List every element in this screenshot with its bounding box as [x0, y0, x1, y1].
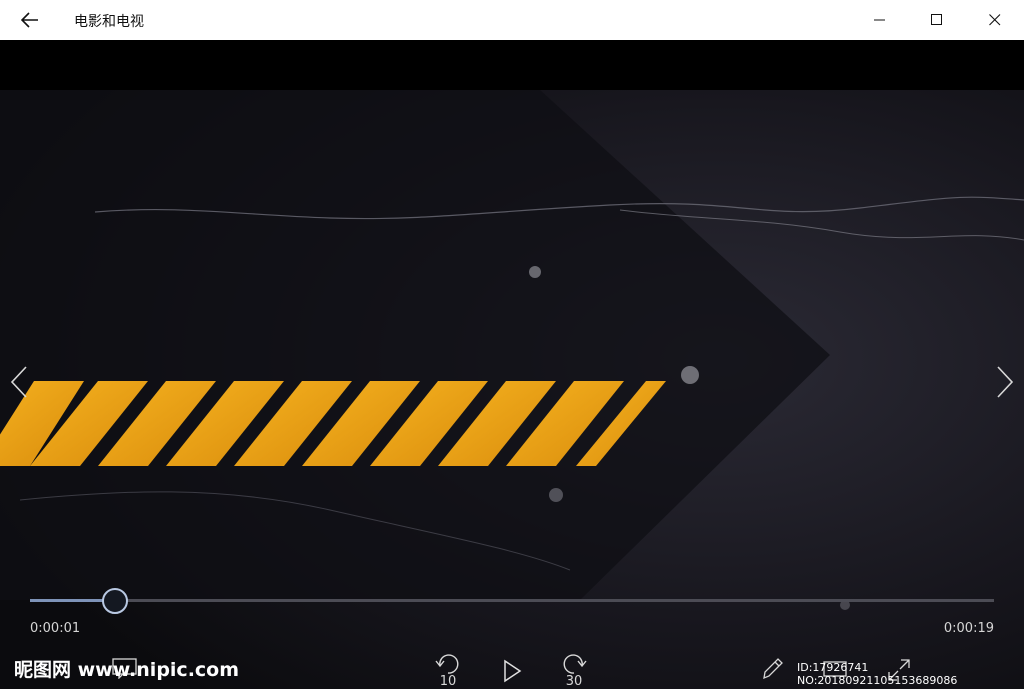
- minimize-button[interactable]: [857, 0, 903, 40]
- play-button[interactable]: [498, 657, 526, 685]
- skip-back-button[interactable]: 10: [432, 652, 464, 689]
- close-icon: [989, 14, 1001, 26]
- next-button[interactable]: [990, 362, 1020, 402]
- back-arrow-icon: [21, 12, 38, 28]
- skip-forward-icon: [563, 654, 587, 674]
- maximize-icon: [931, 14, 942, 25]
- seek-bar-thumb[interactable]: [101, 588, 128, 614]
- previous-button[interactable]: [4, 362, 34, 402]
- title-bar: 电影和电视: [0, 0, 1024, 40]
- video-frame: [0, 40, 1024, 689]
- back-button[interactable]: [10, 0, 50, 40]
- video-viewport[interactable]: 0:00:01 0:00:19 10 30 昵图网 www.nipic.com …: [0, 40, 1024, 689]
- app-title: 电影和电视: [74, 14, 144, 30]
- skip-forward-button[interactable]: 30: [558, 652, 590, 689]
- watermark-id: ID:17926741 NO:20180921105153689086: [797, 661, 958, 687]
- skip-forward-label: 30: [565, 674, 583, 689]
- edit-button[interactable]: [758, 654, 786, 684]
- chevron-right-icon: [997, 366, 1014, 398]
- play-icon: [504, 659, 522, 683]
- total-time: 0:00:19: [943, 621, 994, 636]
- chevron-left-icon: [10, 366, 27, 398]
- seek-bar[interactable]: [30, 588, 994, 614]
- elapsed-time: 0:00:01: [30, 621, 81, 636]
- maximize-button[interactable]: [914, 0, 960, 40]
- skip-back-icon: [435, 654, 459, 674]
- skip-back-label: 10: [439, 674, 457, 689]
- minimize-icon: [874, 19, 885, 21]
- close-button[interactable]: [972, 0, 1018, 40]
- watermark-brand: 昵图网 www.nipic.com: [14, 659, 240, 681]
- pencil-icon: [763, 658, 783, 680]
